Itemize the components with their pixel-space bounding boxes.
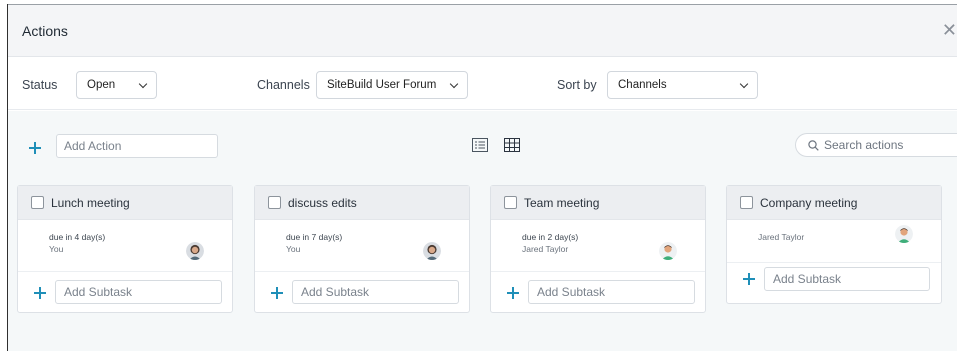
owner-text: You	[286, 244, 301, 254]
search-input[interactable]: Search actions	[795, 133, 957, 157]
add-subtask-plus-icon[interactable]	[743, 273, 755, 285]
card-footer: Add Subtask	[18, 272, 232, 312]
status-label: Status	[22, 78, 58, 92]
due-text: due in 2 day(s)	[522, 232, 579, 242]
list-view-icon[interactable]	[472, 138, 488, 152]
card-body: due in 7 day(s) You	[255, 220, 469, 272]
add-subtask-input[interactable]: Add Subtask	[292, 280, 459, 304]
action-card: Lunch meeting due in 4 day(s) You Add Su…	[17, 185, 233, 313]
card-checkbox[interactable]	[268, 196, 281, 209]
add-subtask-placeholder: Add Subtask	[773, 272, 842, 286]
status-select[interactable]: Open	[76, 71, 157, 99]
chevron-down-icon	[739, 79, 749, 88]
due-text: due in 7 day(s)	[286, 232, 343, 242]
woman-avatar	[186, 242, 204, 260]
add-subtask-input[interactable]: Add Subtask	[55, 280, 222, 304]
add-subtask-placeholder: Add Subtask	[301, 285, 370, 299]
card-header: Team meeting	[491, 186, 705, 220]
search-icon	[808, 139, 819, 151]
card-body: due in 4 day(s) You	[18, 220, 232, 272]
action-card: discuss edits due in 7 day(s) You Add Su…	[254, 185, 470, 313]
card-title: Team meeting	[524, 195, 600, 210]
card-checkbox[interactable]	[740, 196, 753, 209]
status-select-value: Open	[87, 79, 116, 91]
action-card: Team meeting due in 2 day(s) Jared Taylo…	[490, 185, 706, 313]
add-subtask-plus-icon[interactable]	[34, 287, 46, 299]
woman-avatar	[423, 242, 441, 260]
channels-select-value: SiteBuild User Forum	[327, 79, 437, 91]
man-avatar	[659, 242, 677, 260]
sortby-select[interactable]: Channels	[607, 71, 758, 99]
add-action-input[interactable]: Add Action	[56, 134, 218, 158]
card-title: discuss edits	[288, 195, 357, 210]
search-placeholder: Search actions	[824, 138, 904, 152]
add-action-plus-icon[interactable]	[29, 142, 41, 154]
owner-text: Jared Taylor	[522, 244, 569, 254]
card-footer: Add Subtask	[727, 263, 941, 303]
add-subtask-plus-icon[interactable]	[271, 287, 283, 299]
add-subtask-input[interactable]: Add Subtask	[528, 280, 695, 304]
card-body: due in 2 day(s) Jared Taylor	[491, 220, 705, 272]
card-header: Lunch meeting	[18, 186, 232, 220]
add-subtask-placeholder: Add Subtask	[537, 285, 606, 299]
chevron-down-icon	[138, 79, 148, 88]
filter-bar: Status Open Channels SiteBuild User Foru…	[8, 57, 957, 110]
add-subtask-plus-icon[interactable]	[507, 287, 519, 299]
card-footer: Add Subtask	[491, 272, 705, 312]
man-avatar	[895, 225, 913, 243]
action-card: Company meeting Jared Taylor Add Subtask	[726, 185, 942, 304]
add-action-placeholder: Add Action	[64, 139, 122, 153]
card-title: Company meeting	[760, 195, 858, 210]
sortby-select-value: Channels	[618, 79, 667, 91]
card-header: Company meeting	[727, 186, 941, 220]
owner-text: Jared Taylor	[758, 232, 805, 242]
add-subtask-input[interactable]: Add Subtask	[764, 267, 930, 291]
dialog-title: Actions	[22, 23, 68, 39]
chevron-down-icon	[449, 79, 459, 88]
card-checkbox[interactable]	[504, 196, 517, 209]
card-header: discuss edits	[255, 186, 469, 220]
add-subtask-placeholder: Add Subtask	[64, 285, 133, 299]
card-checkbox[interactable]	[31, 196, 44, 209]
owner-text: You	[49, 244, 64, 254]
card-footer: Add Subtask	[255, 272, 469, 312]
channels-label: Channels	[257, 78, 310, 92]
channels-select[interactable]: SiteBuild User Forum	[316, 71, 468, 99]
dialog-header: Actions ✕	[8, 5, 957, 57]
close-icon[interactable]: ✕	[942, 20, 957, 41]
grid-view-icon[interactable]	[504, 138, 520, 152]
due-text: due in 4 day(s)	[49, 232, 106, 242]
card-title: Lunch meeting	[51, 195, 130, 210]
sortby-label: Sort by	[557, 78, 597, 92]
card-body: Jared Taylor	[727, 220, 941, 263]
